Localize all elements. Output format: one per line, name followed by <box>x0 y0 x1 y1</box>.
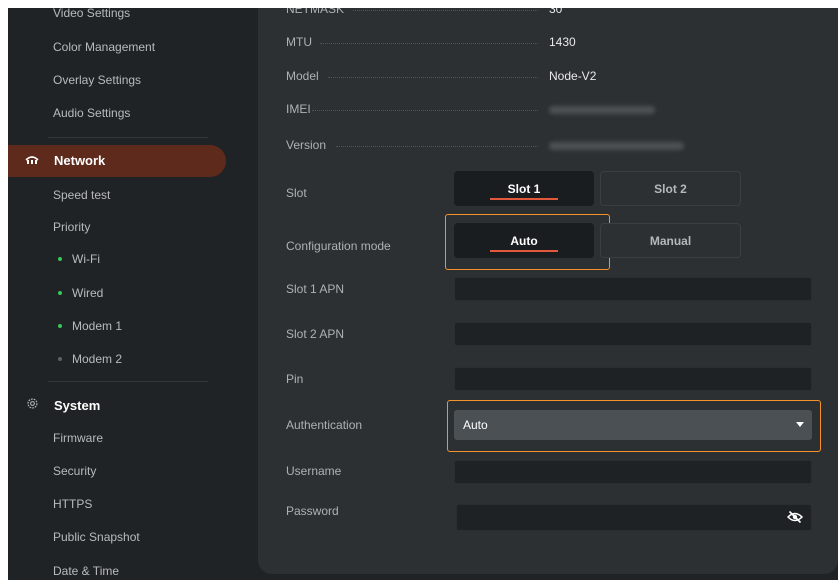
netmask-label: NETMASK <box>286 8 345 16</box>
netmask-value: 30 <box>549 8 563 16</box>
authentication-label: Authentication <box>286 418 363 432</box>
sidebar-item-video-settings[interactable]: Video Settings <box>53 8 130 23</box>
sidebar-divider <box>48 381 208 382</box>
version-value-redacted <box>549 142 684 150</box>
slot-2-label: Slot 2 <box>654 181 687 196</box>
configuration-mode-label: Configuration mode <box>286 239 391 253</box>
dotted-leader <box>328 77 538 78</box>
dotted-leader <box>336 146 538 147</box>
gear-icon <box>24 395 40 417</box>
sidebar-network-label: Network <box>54 153 106 168</box>
caret-down-icon <box>796 422 804 427</box>
username-label: Username <box>286 464 342 478</box>
status-dot <box>58 356 62 361</box>
manual-label: Manual <box>649 233 692 248</box>
sidebar-item-network[interactable]: Network <box>24 150 105 172</box>
authentication-selected-value: Auto <box>463 418 488 432</box>
mtu-value: 1430 <box>549 35 576 49</box>
username-input[interactable] <box>454 460 812 484</box>
slot-1-label: Slot 1 <box>507 181 541 196</box>
dotted-leader <box>320 43 538 44</box>
password-label: Password <box>286 504 339 518</box>
slot-2-button[interactable]: Slot 2 <box>600 171 741 206</box>
imei-label: IMEI <box>286 102 311 116</box>
sidebar-item-date-time[interactable]: Date & Time <box>53 561 119 580</box>
sidebar-item-system[interactable]: System <box>24 395 100 417</box>
authentication-select[interactable]: Auto <box>454 410 812 440</box>
sidebar-item-security[interactable]: Security <box>53 461 96 481</box>
mtu-label: MTU <box>286 35 312 49</box>
status-dot <box>58 290 62 295</box>
sidebar-item-priority[interactable]: Priority <box>53 217 90 237</box>
slot-1-button[interactable]: Slot 1 <box>454 171 594 206</box>
sidebar-item-color-management[interactable]: Color Management <box>53 37 155 57</box>
slot-2-apn-input[interactable] <box>454 322 812 346</box>
auto-label: Auto <box>510 233 538 248</box>
sidebar-item-audio-settings[interactable]: Audio Settings <box>53 103 130 123</box>
pin-input[interactable] <box>454 367 812 391</box>
sidebar-item-modem-2[interactable]: Modem 2 <box>58 349 122 369</box>
sidebar-item-wifi[interactable]: Wi-Fi <box>58 249 100 269</box>
config-mode-auto-button[interactable]: Auto <box>454 223 594 258</box>
app-frame: Video Settings Color Management Overlay … <box>8 8 838 580</box>
dotted-leader <box>353 10 538 11</box>
config-mode-manual-button[interactable]: Manual <box>600 223 741 258</box>
imei-value-redacted <box>549 106 655 114</box>
eye-slash-icon[interactable] <box>786 510 804 529</box>
password-input[interactable] <box>456 504 812 531</box>
slot-2-apn-label: Slot 2 APN <box>286 327 345 341</box>
sidebar-item-modem-1[interactable]: Modem 1 <box>58 316 122 336</box>
selected-underline <box>490 198 558 200</box>
sidebar-item-label: Wired <box>72 286 104 300</box>
status-dot <box>58 323 62 328</box>
selected-underline <box>490 250 558 252</box>
version-label: Version <box>286 138 327 152</box>
sidebar-item-speed-test[interactable]: Speed test <box>53 185 110 205</box>
sidebar-divider <box>48 137 208 138</box>
slot-1-apn-label: Slot 1 APN <box>286 282 345 296</box>
sidebar-item-label: Wi-Fi <box>72 252 100 266</box>
sidebar-item-label: Modem 1 <box>72 319 123 333</box>
network-icon <box>24 150 40 172</box>
sidebar-system-label: System <box>54 398 101 413</box>
sidebar-item-label: Modem 2 <box>72 352 123 366</box>
model-value: Node-V2 <box>549 69 597 83</box>
sidebar-item-https[interactable]: HTTPS <box>53 494 92 514</box>
slot-1-apn-input[interactable] <box>454 277 812 301</box>
status-dot <box>58 256 62 261</box>
sidebar-item-public-snapshot[interactable]: Public Snapshot <box>53 527 140 547</box>
slot-label: Slot <box>286 186 307 200</box>
sidebar-item-overlay-settings[interactable]: Overlay Settings <box>53 70 141 90</box>
sidebar-item-firmware[interactable]: Firmware <box>53 428 103 448</box>
sidebar: Video Settings Color Management Overlay … <box>8 8 248 580</box>
model-label: Model <box>286 69 319 83</box>
sidebar-item-wired[interactable]: Wired <box>58 283 103 303</box>
pin-label: Pin <box>286 372 304 386</box>
dotted-leader <box>312 110 538 111</box>
